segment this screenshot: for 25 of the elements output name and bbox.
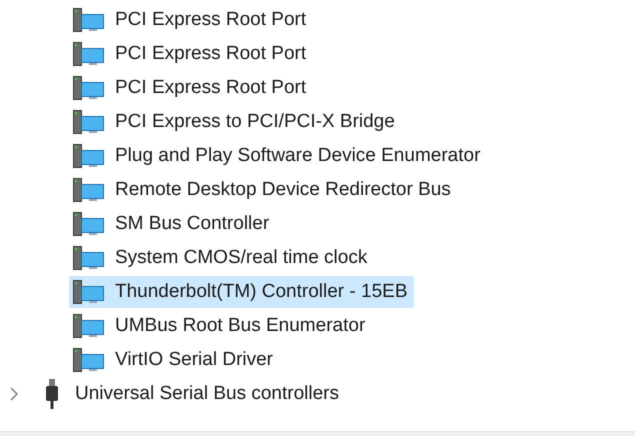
tree-item[interactable]: Plug and Play Software Device Enumerator xyxy=(69,140,486,172)
computer-icon xyxy=(73,279,105,305)
tree-item[interactable]: Remote Desktop Device Redirector Bus xyxy=(69,174,457,206)
computer-icon xyxy=(73,143,105,169)
computer-icon xyxy=(73,347,105,373)
tree-item[interactable]: SM Bus Controller xyxy=(69,208,276,240)
computer-icon xyxy=(73,245,105,271)
tree-item[interactable]: VirtIO Serial Driver xyxy=(69,344,280,376)
tree-item[interactable]: Universal Serial Bus controllers xyxy=(42,378,345,410)
computer-icon xyxy=(73,211,105,237)
computer-icon xyxy=(73,177,105,203)
computer-icon xyxy=(73,109,105,135)
expand-chevron-icon[interactable] xyxy=(9,386,19,402)
tree-item[interactable]: System CMOS/real time clock xyxy=(69,242,374,274)
tree-item[interactable]: UMBus Root Bus Enumerator xyxy=(69,310,372,342)
usb-plug-icon xyxy=(46,379,58,409)
tree-item[interactable]: Thunderbolt(TM) Controller - 15EB xyxy=(69,276,414,308)
computer-icon xyxy=(73,75,105,101)
computer-icon xyxy=(73,41,105,67)
computer-icon xyxy=(73,313,105,339)
computer-icon xyxy=(73,7,105,33)
tree-item[interactable]: PCI Express to PCI/PCI-X Bridge xyxy=(69,106,401,138)
tree-item[interactable]: PCI Express Root Port xyxy=(69,72,312,104)
tree-item[interactable]: PCI Express Root Port xyxy=(69,38,312,70)
tree-item[interactable]: PCI Express Root Port xyxy=(69,4,312,36)
